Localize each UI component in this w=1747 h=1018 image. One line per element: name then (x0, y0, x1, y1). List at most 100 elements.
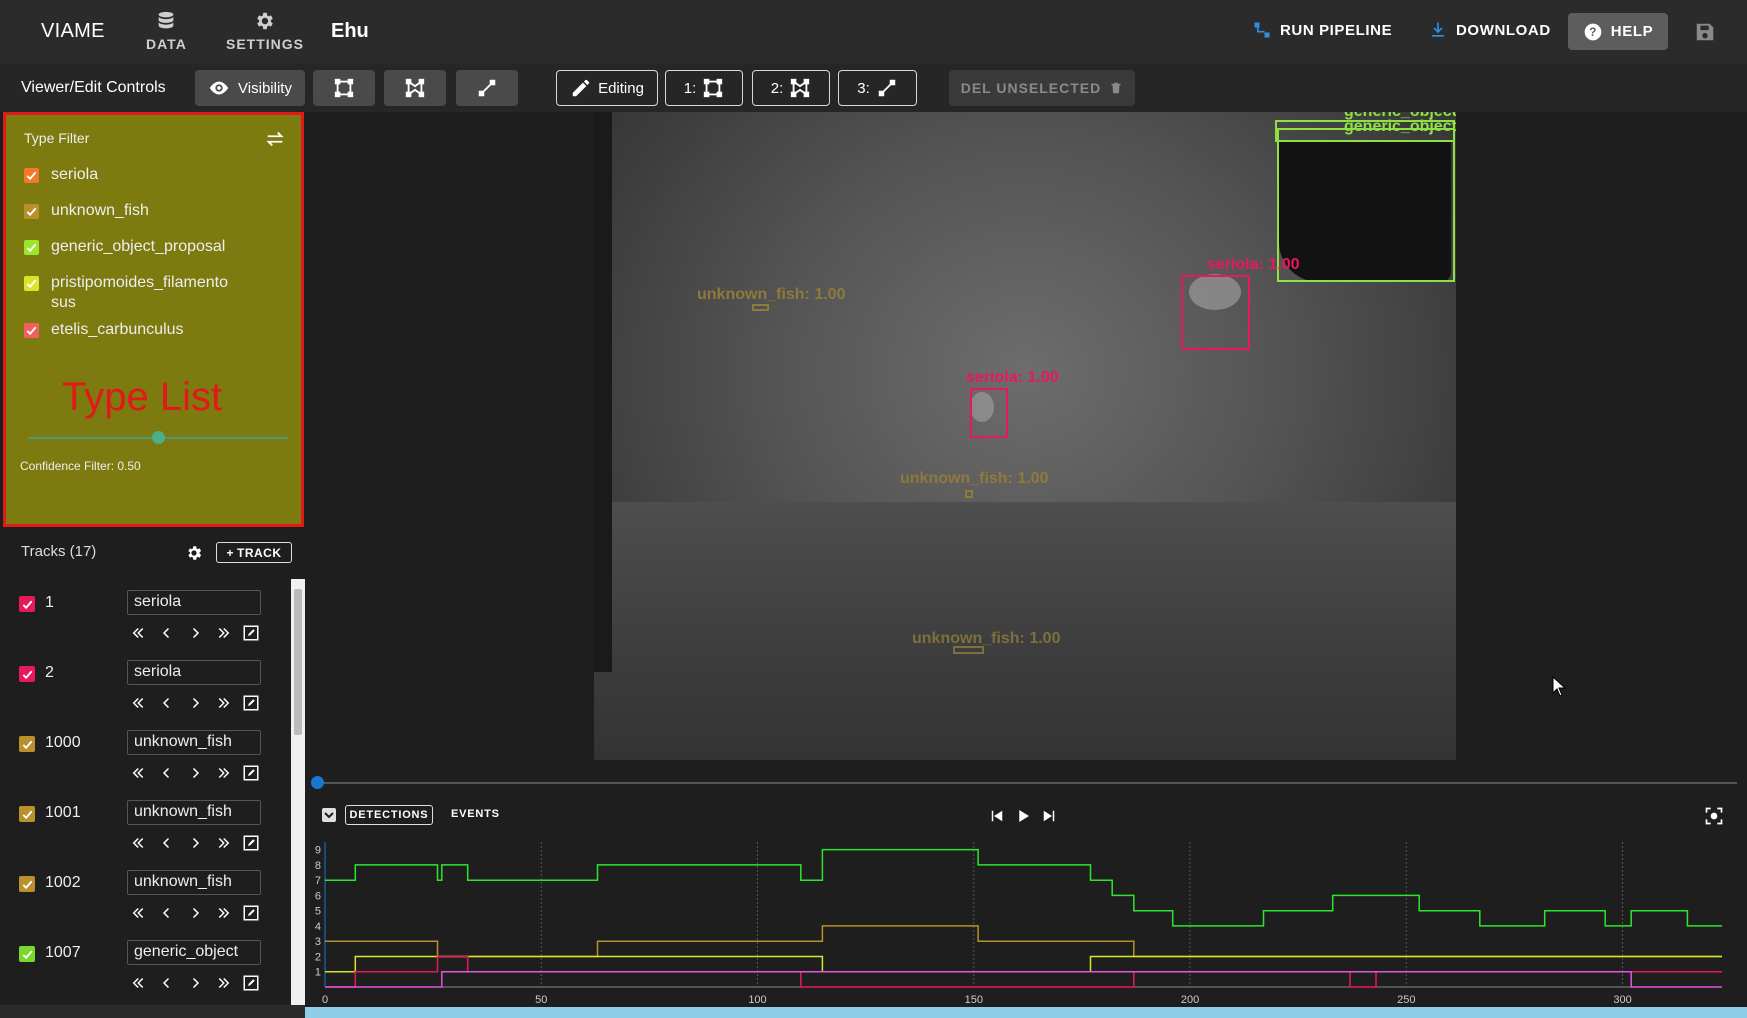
tab-events[interactable]: EVENTS (451, 808, 500, 820)
frame-slider-thumb[interactable] (311, 776, 324, 789)
previous-frame-icon[interactable] (155, 972, 179, 994)
checkbox-checked-icon[interactable] (19, 736, 35, 752)
checkbox-checked-icon[interactable] (19, 596, 35, 612)
edit-mode-line-button[interactable]: 3: (838, 70, 917, 106)
first-frame-icon[interactable] (127, 692, 151, 714)
line-visibility-button[interactable] (456, 70, 518, 106)
checkbox-checked-icon[interactable] (24, 204, 39, 219)
edit-track-icon[interactable] (239, 622, 263, 644)
track-row[interactable]: 1000 unknown_fish (3, 730, 293, 800)
track-row[interactable]: 1 seriola (3, 590, 293, 660)
track-type-input[interactable]: unknown_fish (127, 870, 261, 895)
video-frame[interactable]: generic_object_proposal: 1.00 generic_ob… (594, 112, 1456, 760)
next-frame-icon[interactable] (183, 902, 207, 924)
edit-mode-polygon-button[interactable]: 2: (752, 70, 830, 106)
image-viewer[interactable]: generic_object_proposal: 1.00 generic_ob… (305, 112, 1747, 760)
last-frame-icon[interactable] (211, 692, 235, 714)
nav-settings-button[interactable]: SETTINGS (226, 10, 304, 58)
first-frame-icon[interactable] (127, 902, 151, 924)
checkbox-checked-icon[interactable] (24, 323, 39, 338)
last-frame-icon[interactable] (211, 832, 235, 854)
type-filter-item[interactable]: pristipomoides_filamento sus (24, 273, 228, 313)
run-pipeline-button[interactable]: RUN PIPELINE (1252, 20, 1392, 40)
visibility-button[interactable]: Visibility (195, 70, 305, 106)
editing-button[interactable]: Editing (556, 70, 658, 106)
track-list-scrollbar[interactable] (291, 579, 305, 1005)
type-filter-item[interactable]: seriola (24, 165, 98, 185)
edit-track-icon[interactable] (239, 762, 263, 784)
download-button[interactable]: DOWNLOAD (1428, 20, 1551, 40)
checkbox-checked-icon[interactable] (19, 876, 35, 892)
edit-track-icon[interactable] (239, 832, 263, 854)
confidence-slider-thumb[interactable] (152, 431, 165, 444)
previous-frame-icon[interactable] (155, 832, 179, 854)
type-filter-item[interactable]: etelis_carbunculus (24, 320, 184, 340)
checkbox-checked-icon[interactable] (19, 946, 35, 962)
last-frame-icon[interactable] (211, 902, 235, 924)
track-row[interactable]: 1001 unknown_fish (3, 800, 293, 870)
track-type-input[interactable]: unknown_fish (127, 730, 261, 755)
frame-slider-track[interactable] (317, 782, 1737, 784)
delete-unselected-button[interactable]: DEL UNSELECTED (949, 70, 1135, 106)
annotation-box-unknown-1[interactable] (752, 304, 769, 311)
checkbox-checked-icon[interactable] (24, 240, 39, 255)
rectangle-visibility-button[interactable] (313, 70, 375, 106)
gear-icon[interactable] (185, 544, 203, 562)
checkbox-checked-icon[interactable] (24, 168, 39, 183)
checkbox-checked-icon[interactable] (19, 666, 35, 682)
center-focus-icon[interactable] (1704, 806, 1724, 826)
first-frame-icon[interactable] (127, 762, 151, 784)
annotation-box-seriola-1[interactable] (1181, 275, 1250, 350)
annotation-box-seriola-2[interactable] (970, 388, 1008, 438)
first-frame-icon[interactable] (127, 832, 151, 854)
edit-track-icon[interactable] (239, 902, 263, 924)
next-frame-icon[interactable] (183, 762, 207, 784)
annotation-box-unknown-2[interactable] (965, 490, 973, 498)
track-type-input[interactable]: seriola (127, 590, 261, 615)
previous-frame-icon[interactable] (155, 622, 179, 644)
edit-track-icon[interactable] (239, 692, 263, 714)
brand-title[interactable]: VIAME (41, 20, 105, 43)
swap-icon[interactable] (264, 128, 286, 150)
timeline-toggle-checkbox[interactable] (322, 808, 336, 822)
detections-chart[interactable]: 1 2 3 4 5 6 7 8 9 0 50 100 150 200 250 300 (305, 840, 1747, 1008)
last-frame-icon[interactable] (211, 762, 235, 784)
line-icon (878, 79, 895, 97)
track-row[interactable]: 2 seriola (3, 660, 293, 730)
track-row[interactable]: 1007 generic_object (3, 940, 293, 1010)
save-icon[interactable] (1694, 21, 1716, 43)
checkbox-checked-icon[interactable] (19, 806, 35, 822)
next-frame-icon[interactable] (183, 832, 207, 854)
type-filter-item[interactable]: generic_object_proposal (24, 237, 225, 257)
last-frame-icon[interactable] (211, 622, 235, 644)
download-icon (1432, 22, 1444, 37)
first-frame-icon[interactable] (127, 972, 151, 994)
track-type-input[interactable]: generic_object (127, 940, 261, 965)
polygon-visibility-button[interactable] (384, 70, 446, 106)
skip-next-icon[interactable] (1040, 807, 1058, 825)
previous-frame-icon[interactable] (155, 692, 179, 714)
tab-detections[interactable]: DETECTIONS (345, 805, 433, 825)
next-frame-icon[interactable] (183, 692, 207, 714)
track-type-input[interactable]: unknown_fish (127, 800, 261, 825)
play-icon[interactable] (1014, 807, 1032, 825)
checkbox-checked-icon[interactable] (24, 276, 39, 291)
last-frame-icon[interactable] (211, 972, 235, 994)
nav-data-button[interactable]: DATA (146, 10, 187, 58)
edit-mode-rectangle-button[interactable]: 1: (665, 70, 743, 106)
track-type-input[interactable]: seriola (127, 660, 261, 685)
next-frame-icon[interactable] (183, 972, 207, 994)
previous-frame-icon[interactable] (155, 902, 179, 924)
controls-title: Viewer/Edit Controls (21, 79, 166, 96)
add-track-button[interactable]: + TRACK (216, 542, 292, 563)
next-frame-icon[interactable] (183, 622, 207, 644)
skip-previous-icon[interactable] (988, 807, 1006, 825)
type-filter-item[interactable]: unknown_fish (24, 201, 149, 221)
help-button[interactable]: ? HELP (1568, 13, 1668, 50)
previous-frame-icon[interactable] (155, 762, 179, 784)
first-frame-icon[interactable] (127, 622, 151, 644)
edit-track-icon[interactable] (239, 972, 263, 994)
annotation-box-generic-2[interactable] (1277, 128, 1455, 282)
scrollbar-thumb[interactable] (294, 589, 302, 735)
track-row[interactable]: 1002 unknown_fish (3, 870, 293, 940)
